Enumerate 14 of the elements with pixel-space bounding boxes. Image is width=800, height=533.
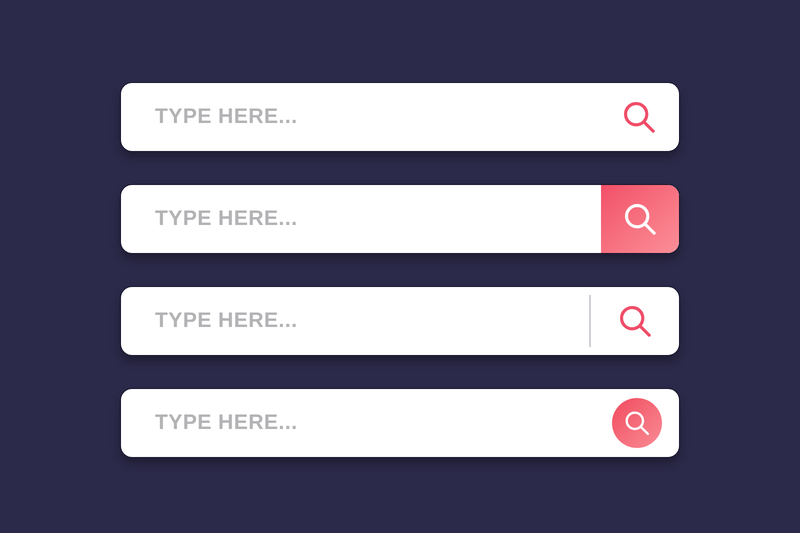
search-icon (623, 202, 657, 236)
search-bar[interactable]: TYPE HERE... (120, 286, 680, 356)
search-bar[interactable]: TYPE HERE... (120, 82, 680, 152)
search-icon (624, 410, 650, 436)
search-icon (622, 100, 656, 134)
search-icon (618, 304, 652, 338)
search-field[interactable]: TYPE HERE... (121, 389, 595, 457)
search-field[interactable]: TYPE HERE... (121, 83, 599, 151)
search-button[interactable] (612, 398, 662, 448)
search-button[interactable] (601, 185, 679, 253)
search-field[interactable]: TYPE HERE... (121, 185, 601, 253)
search-bar[interactable]: TYPE HERE... (120, 184, 680, 254)
search-field[interactable]: TYPE HERE... (121, 287, 589, 355)
search-bar[interactable]: TYPE HERE... (120, 388, 680, 458)
